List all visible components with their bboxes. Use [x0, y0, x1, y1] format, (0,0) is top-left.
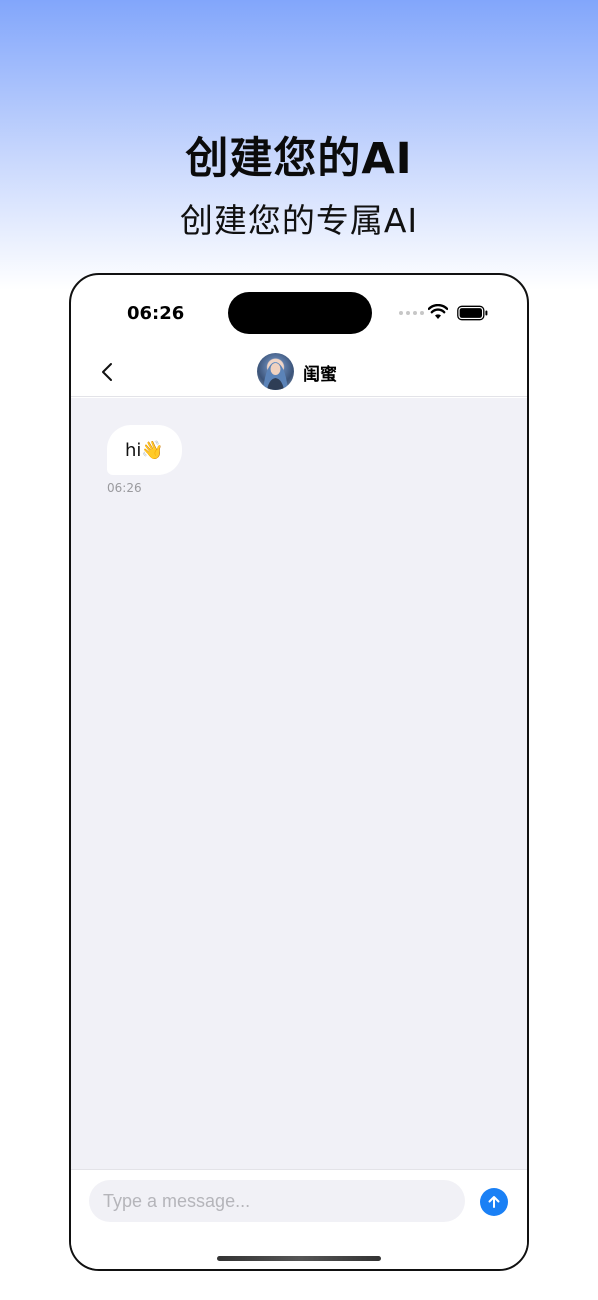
wifi-icon: [428, 304, 448, 319]
home-indicator: [217, 1256, 381, 1261]
chat-title: 闺蜜: [303, 365, 337, 385]
message-timestamp: 06:26: [107, 481, 142, 495]
arrow-up-icon: [488, 1196, 500, 1208]
signal-icon: [399, 311, 424, 315]
battery-icon: [457, 305, 488, 321]
hero-title: 创建您的AI: [185, 134, 413, 184]
message-bubble: hi👋: [107, 425, 182, 475]
dynamic-island: [228, 292, 372, 334]
message-list[interactable]: hi👋 06:26: [71, 398, 527, 1169]
status-time: 06:26: [127, 303, 185, 324]
message-input[interactable]: [89, 1180, 465, 1222]
hero-subtitle: 创建您的专属AI: [179, 201, 419, 240]
send-button[interactable]: [480, 1188, 508, 1216]
phone-frame: 06:26 闺蜜 hi👋 06:26: [69, 273, 529, 1271]
avatar[interactable]: [257, 353, 294, 390]
chat-header: 闺蜜: [71, 347, 527, 397]
composer-bar: [71, 1169, 527, 1269]
chevron-left-icon[interactable]: [99, 361, 117, 383]
